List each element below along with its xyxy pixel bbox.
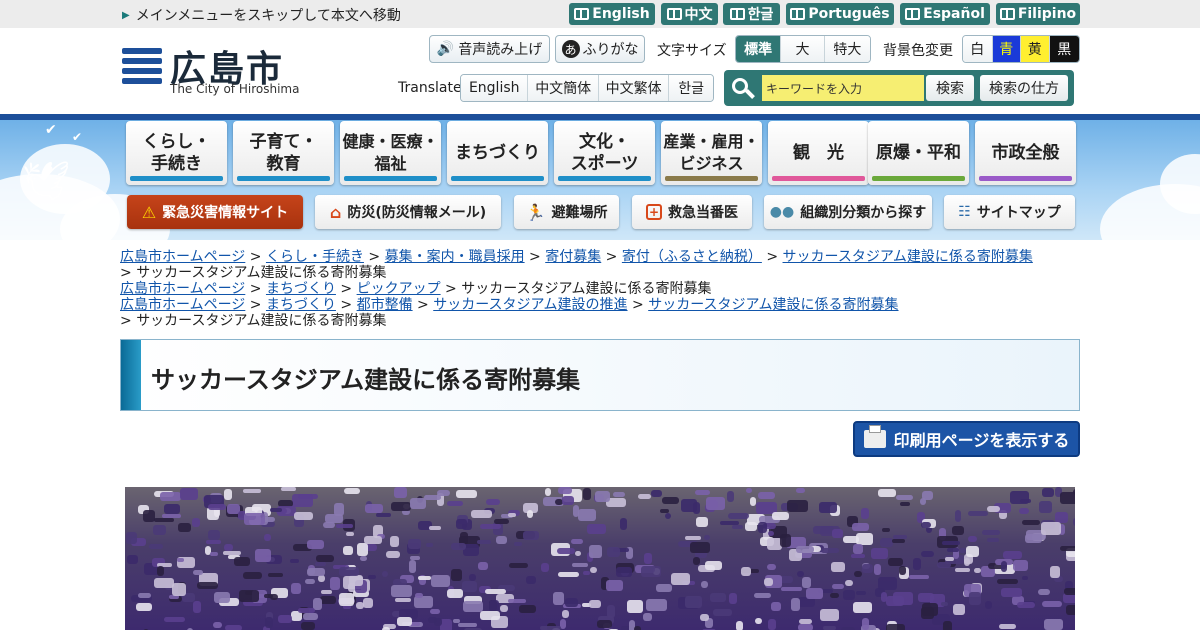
nav-kosodate[interactable]: 子育て・ 教育 [233, 121, 334, 185]
lang-spanish[interactable]: Español [900, 3, 990, 25]
breadcrumb-link[interactable]: くらし・手続き [266, 249, 364, 265]
lang-english[interactable]: English [569, 3, 655, 25]
bird-icon: ✔ [72, 130, 83, 144]
text-size-large[interactable]: 大 [781, 36, 825, 62]
book-icon [729, 8, 745, 20]
logo-subtitle: The City of Hiroshima [170, 82, 300, 96]
breadcrumb-line: > サッカースタジアム建設に係る寄附募集 [120, 313, 387, 329]
nav-kurashi[interactable]: くらし・ 手続き [126, 121, 227, 185]
skip-link[interactable]: ▶ メインメニューをスキップして本文へ移動 [122, 5, 401, 25]
book-icon [574, 8, 590, 20]
dove-icon: 🕊 [22, 159, 71, 203]
translate-english[interactable]: English [461, 75, 529, 101]
breadcrumb-link[interactable]: 寄付募集 [545, 249, 601, 265]
text-size-selector: 標準 大 特大 [735, 35, 871, 63]
page-title-box: サッカースタジアム建設に係る寄附募集 [120, 339, 1080, 411]
warning-icon: ⚠ [141, 202, 157, 222]
breadcrumb-current: > サッカースタジアム建設に係る寄附募集 [440, 281, 712, 297]
nav-shisei[interactable]: 市政全般 [975, 121, 1076, 185]
bg-color-label: 背景色変更 [883, 43, 953, 59]
breadcrumb-link[interactable]: サッカースタジアム建設に係る寄附募集 [648, 297, 898, 313]
furigana-icon: あ [561, 40, 580, 58]
nav-kanko[interactable]: 観 光 [768, 121, 869, 185]
stadium-supporters-photo [125, 487, 1075, 630]
nav-bunka[interactable]: 文化・ スポーツ [554, 121, 655, 185]
breadcrumb-link[interactable]: ピックアップ [357, 281, 441, 297]
breadcrumb-link[interactable]: サッカースタジアム建設の推進 [433, 297, 627, 313]
org-button[interactable]: ●● 組織別分類から探す [764, 195, 932, 229]
breadcrumb-line: > サッカースタジアム建設に係る寄附募集 [120, 265, 387, 281]
translate-label: Translate [398, 80, 462, 96]
translate-selector: English 中文簡体 中文繁体 한글 [460, 74, 714, 102]
nav-genbaku[interactable]: 原爆・平和 [868, 121, 969, 185]
breadcrumb-link[interactable]: 募集・案内・職員採用 [385, 249, 525, 265]
text-size-standard[interactable]: 標準 [736, 36, 782, 62]
page-title: サッカースタジアム建設に係る寄附募集 [151, 366, 581, 394]
bg-color-selector: 白 青 黄 黒 [962, 35, 1080, 63]
nav-kenko[interactable]: 健康・医療・ 福祉 [340, 121, 441, 185]
search-button[interactable]: 検索 [926, 75, 974, 101]
book-icon [666, 8, 682, 20]
nav-machizukuri[interactable]: まちづくり [447, 121, 548, 185]
medical-cross-icon: + [646, 204, 662, 220]
book-icon [999, 8, 1015, 20]
sitemap-icon: ☷ [958, 204, 971, 220]
search-box: キーワードを入力 検索 検索の仕方 [724, 70, 1074, 106]
search-input[interactable]: キーワードを入力 [762, 75, 924, 101]
text-size-xlarge[interactable]: 特大 [824, 36, 870, 62]
sitemap-button[interactable]: ☷ サイトマップ [944, 195, 1075, 229]
breadcrumb-line: 広島市ホームページ > まちづくり > ピックアップ > サッカースタジアム建設… [120, 281, 712, 297]
breadcrumb-current: サッカースタジアム建設に係る寄附募集 [136, 313, 387, 329]
breadcrumb-link[interactable]: まちづくり [266, 281, 336, 297]
bousai-button[interactable]: ⌂ 防災(防災情報メール) [315, 195, 501, 229]
lang-filipino[interactable]: Filipino [996, 3, 1080, 25]
evacuation-button[interactable]: 🏃 避難場所 [514, 195, 619, 229]
voice-button[interactable]: 🔊 音声読み上げ [429, 35, 550, 63]
breadcrumb-current: サッカースタジアム建設に係る寄附募集 [136, 265, 387, 281]
lang-portuguese[interactable]: Português [786, 3, 894, 25]
bird-icon: ✔ [45, 122, 57, 138]
triangle-icon: ▶ [122, 9, 130, 21]
book-icon [790, 8, 806, 20]
breadcrumb-link[interactable]: 広島市ホームページ [120, 281, 245, 297]
speaker-icon: 🔊 [436, 41, 455, 57]
emergency-button[interactable]: ⚠ 緊急災害情報サイト [127, 195, 303, 229]
breadcrumb-link[interactable]: 広島市ホームページ [120, 297, 245, 313]
text-size-label: 文字サイズ [657, 43, 727, 59]
search-howto-button[interactable]: 検索の仕方 [980, 75, 1068, 101]
breadcrumb-link[interactable]: サッカースタジアム建設に係る寄附募集 [783, 249, 1033, 265]
breadcrumb-link[interactable]: 寄付（ふるさと納税） [622, 249, 762, 265]
kyukyu-button[interactable]: + 救急当番医 [632, 195, 752, 229]
print-button[interactable]: 印刷用ページを表示する [853, 421, 1080, 457]
bg-black[interactable]: 黒 [1049, 36, 1079, 62]
bg-blue[interactable]: 青 [992, 36, 1022, 62]
nav-sangyo[interactable]: 産業・雇用・ ビジネス [661, 121, 762, 185]
breadcrumb-line: 広島市ホームページ > くらし・手続き > 募集・案内・職員採用 > 寄付募集 … [120, 249, 1033, 265]
house-icon: ⌂ [329, 202, 342, 222]
translate-korean[interactable]: 한글 [669, 75, 713, 101]
breadcrumb-line: 広島市ホームページ > まちづくり > 都市整備 > サッカースタジアム建設の推… [120, 297, 899, 313]
bg-white[interactable]: 白 [963, 36, 993, 62]
breadcrumb-link[interactable]: 広島市ホームページ [120, 249, 245, 265]
lang-korean[interactable]: 한글 [723, 3, 780, 25]
book-icon [905, 8, 921, 20]
furigana-button[interactable]: あふりがな [555, 35, 645, 63]
breadcrumb-link[interactable]: 都市整備 [357, 297, 413, 313]
bg-yellow[interactable]: 黄 [1021, 36, 1050, 62]
translate-zh-traditional[interactable]: 中文繁体 [598, 75, 670, 101]
lang-chinese[interactable]: 中文 [661, 3, 718, 25]
city-emblem-icon [122, 48, 162, 84]
people-icon: ●● [769, 204, 795, 220]
translate-zh-simplified[interactable]: 中文簡体 [528, 75, 599, 101]
search-icon [730, 76, 756, 102]
breadcrumb-link[interactable]: まちづくり [266, 297, 336, 313]
printer-icon [863, 425, 886, 448]
running-person-icon: 🏃 [525, 202, 546, 222]
